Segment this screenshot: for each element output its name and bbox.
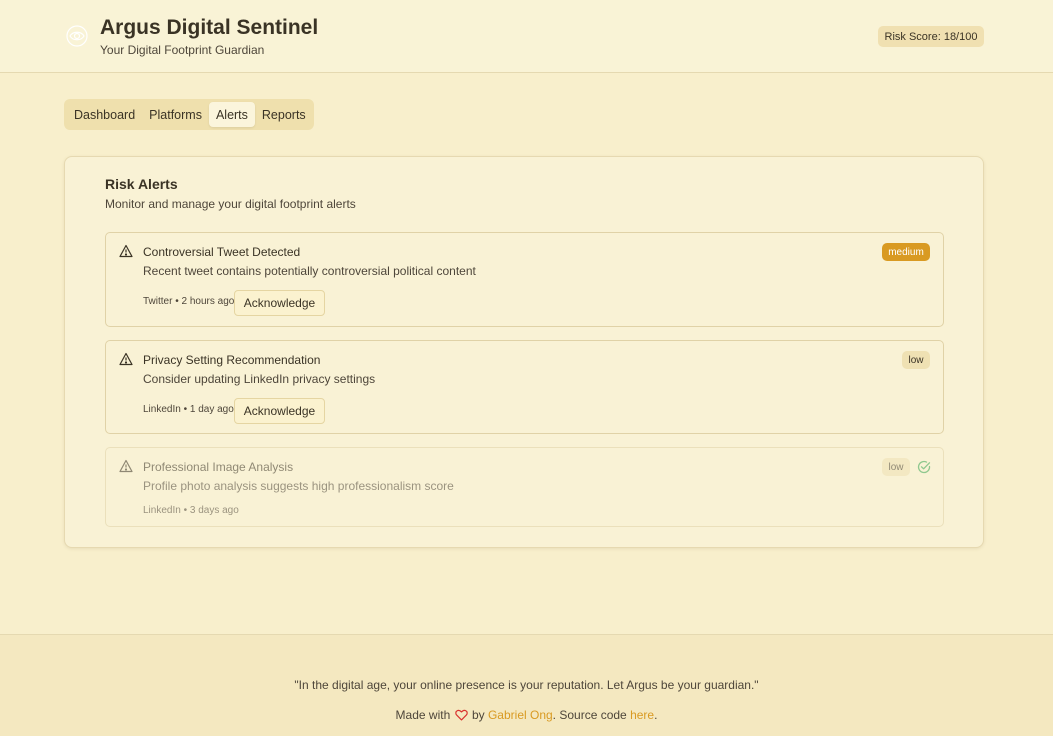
app-subtitle: Your Digital Footprint Guardian [100,43,265,57]
alert-title: Controversial Tweet Detected [143,245,301,259]
alert-meta: Twitter • 2 hours ago [143,296,235,307]
severity-badge: medium [882,243,930,261]
tab-platforms[interactable]: Platforms [142,102,209,127]
card-title: Risk Alerts [105,176,178,192]
tab-dashboard[interactable]: Dashboard [67,102,142,127]
card-subtitle: Monitor and manage your digital footprin… [105,197,356,211]
heart-icon [454,709,468,721]
warning-triangle-icon [119,459,133,473]
alert-description: Profile photo analysis suggests high pro… [143,479,454,493]
app-header: Argus Digital Sentinel Your Digital Foot… [0,0,1053,73]
app-title: Argus Digital Sentinel [100,16,319,39]
source-code-link[interactable]: here [630,708,654,722]
made-with-text: Made with [395,708,451,722]
source-text: . Source code [552,708,627,722]
warning-triangle-icon [119,352,133,366]
check-circle-icon [917,460,931,474]
footer: "In the digital age, your online presenc… [0,634,1053,736]
by-text: by [471,708,485,722]
period-text: . [654,708,658,722]
alert-meta: LinkedIn • 1 day ago [143,404,234,415]
tab-alerts[interactable]: Alerts [208,102,255,127]
alert-description: Recent tweet contains potentially contro… [143,264,476,278]
alert-title: Privacy Setting Recommendation [143,353,321,367]
alert-item: Privacy Setting Recommendation Consider … [105,340,944,434]
warning-triangle-icon [119,244,133,258]
alert-description: Consider updating LinkedIn privacy setti… [143,372,376,386]
footer-credits: Made with by Gabriel Ong. Source code he… [0,708,1053,722]
tab-reports[interactable]: Reports [255,102,313,127]
alert-item-acknowledged: Professional Image Analysis Profile phot… [105,447,944,527]
risk-alerts-card: Risk Alerts Monitor and manage your digi… [64,156,984,548]
alert-item: Controversial Tweet Detected Recent twee… [105,232,944,327]
alert-title: Professional Image Analysis [143,460,294,474]
tab-bar: Dashboard Platforms Alerts Reports [64,99,314,130]
footer-quote: "In the digital age, your online presenc… [294,678,759,692]
eye-logo-icon [66,25,88,47]
acknowledge-button[interactable]: Acknowledge [234,398,325,424]
risk-score-badge: Risk Score: 18/100 [878,26,984,47]
author-link[interactable]: Gabriel Ong [488,708,553,722]
acknowledge-button[interactable]: Acknowledge [234,290,325,316]
severity-badge: low [882,458,910,476]
severity-badge: low [902,351,930,369]
alert-meta: LinkedIn • 3 days ago [143,505,239,516]
